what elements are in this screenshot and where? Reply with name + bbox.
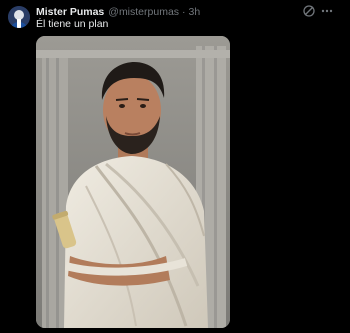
more-icon[interactable] — [320, 4, 334, 18]
author-handle[interactable]: @misterpumas — [108, 5, 179, 19]
tweet-media-image[interactable] — [36, 36, 230, 328]
tweet-text: Él tiene un plan — [36, 18, 109, 30]
separator-dot: · — [182, 6, 186, 18]
tweet-timestamp[interactable]: 3h — [189, 5, 201, 19]
avatar-image — [8, 6, 30, 28]
tweet[interactable]: Mister Pumas @misterpumas · 3h Él tiene … — [0, 0, 350, 333]
avatar[interactable] — [8, 6, 30, 28]
man-in-toga-image — [36, 36, 230, 328]
grok-icon[interactable] — [302, 4, 316, 18]
